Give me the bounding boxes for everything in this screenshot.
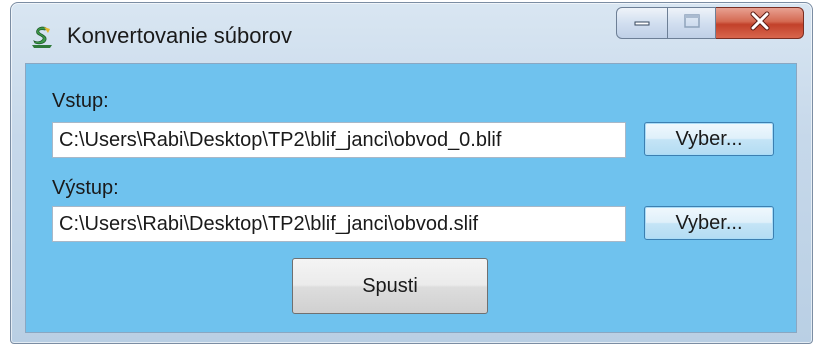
app-icon[interactable]: [29, 25, 55, 49]
output-path-field[interactable]: C:\Users\Rabi\Desktop\TP2\blif_janci\obv…: [52, 206, 626, 242]
close-button[interactable]: [716, 7, 804, 39]
minimize-icon: [632, 14, 652, 32]
output-label: Výstup:: [52, 177, 119, 199]
maximize-icon: [683, 13, 701, 34]
maximize-button[interactable]: [668, 7, 716, 39]
input-browse-button[interactable]: Vyber...: [644, 122, 774, 156]
run-button[interactable]: Spusti: [292, 258, 488, 314]
window-title: Konvertovanie súborov: [67, 23, 293, 48]
output-browse-button[interactable]: Vyber...: [644, 206, 774, 240]
title-bar[interactable]: Konvertovanie súborov: [11, 3, 812, 65]
input-label: Vstup:: [52, 90, 109, 112]
caption-buttons: [616, 7, 804, 41]
input-path-field[interactable]: C:\Users\Rabi\Desktop\TP2\blif_janci\obv…: [52, 122, 626, 158]
close-icon: [749, 11, 771, 36]
app-window: Konvertovanie súborov Vstup: C:\Users\Ra…: [10, 2, 813, 344]
form-panel: Vstup: C:\Users\Rabi\Desktop\TP2\blif_ja…: [25, 63, 797, 333]
minimize-button[interactable]: [616, 7, 668, 39]
